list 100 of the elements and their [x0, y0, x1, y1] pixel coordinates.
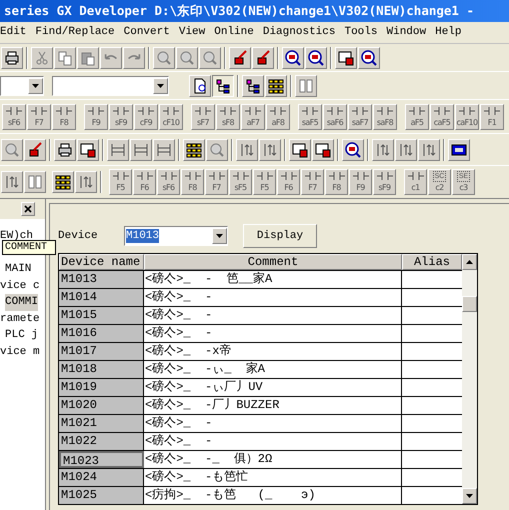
function-key-button[interactable]: aF7: [241, 104, 265, 130]
pencil-box-button[interactable]: [252, 46, 274, 68]
close-button[interactable]: [21, 202, 35, 216]
dropdown[interactable]: [52, 76, 169, 96]
window-button[interactable]: [312, 138, 334, 160]
arrows-button[interactable]: [236, 138, 258, 160]
function-key-button[interactable]: F8: [52, 104, 76, 130]
columns-button[interactable]: [24, 171, 46, 193]
scrollbar-thumb[interactable]: [462, 296, 477, 312]
ladder-button[interactable]: [107, 138, 129, 160]
pencil-box-button[interactable]: [24, 138, 46, 160]
function-key-button[interactable]: aF8: [266, 104, 290, 130]
column-header[interactable]: Device name: [59, 254, 144, 270]
tree-button[interactable]: [212, 74, 234, 96]
printer-button[interactable]: [54, 138, 76, 160]
function-key-button[interactable]: F6: [133, 169, 156, 195]
function-key-button[interactable]: F8: [181, 169, 204, 195]
arrows-button[interactable]: [418, 138, 440, 160]
function-key-button[interactable]: c1: [404, 169, 427, 195]
function-key-button[interactable]: caF10: [455, 104, 479, 130]
function-key-button[interactable]: F7: [205, 169, 228, 195]
menu-item[interactable]: Tools: [344, 24, 378, 41]
magnifier-button[interactable]: [206, 138, 228, 160]
scissors-button[interactable]: [31, 46, 53, 68]
magnifier-button[interactable]: [199, 46, 221, 68]
function-key-button[interactable]: caF5: [430, 104, 454, 130]
window-button[interactable]: [77, 138, 99, 160]
scroll-up-button[interactable]: [462, 254, 477, 270]
function-key-button[interactable]: F1: [480, 104, 504, 130]
function-key-button[interactable]: sF6: [157, 169, 180, 195]
tree-item[interactable]: vice m: [0, 344, 40, 360]
display-button[interactable]: Display: [243, 224, 317, 248]
magnifier-button[interactable]: [176, 46, 198, 68]
arrows-button[interactable]: [1, 171, 23, 193]
function-key-button[interactable]: F6: [277, 169, 300, 195]
document-button[interactable]: [189, 74, 211, 96]
search-box-button[interactable]: [282, 46, 304, 68]
grid-button[interactable]: [52, 171, 74, 193]
menu-item[interactable]: Find/Replace: [35, 24, 115, 41]
function-key-button[interactable]: saF5: [298, 104, 322, 130]
window-button[interactable]: [335, 46, 357, 68]
arrows-button[interactable]: [372, 138, 394, 160]
redo-button[interactable]: [123, 46, 145, 68]
arrows-button[interactable]: [395, 138, 417, 160]
function-key-button[interactable]: cF9: [134, 104, 158, 130]
screen-button[interactable]: [448, 138, 470, 160]
tree-item[interactable]: ramete: [0, 310, 40, 327]
function-key-button[interactable]: sF7: [191, 104, 215, 130]
tree-item[interactable]: MAIN: [5, 261, 32, 278]
ladder-button[interactable]: [130, 138, 152, 160]
search-box-button[interactable]: [358, 46, 380, 68]
grid-button[interactable]: [183, 138, 205, 160]
copy-button[interactable]: [54, 46, 76, 68]
function-key-button[interactable]: aF5: [405, 104, 429, 130]
menu-item[interactable]: Online: [214, 24, 254, 41]
menu-item[interactable]: Edit: [0, 24, 26, 41]
dropdown[interactable]: [0, 76, 44, 96]
scrollbar[interactable]: [462, 254, 477, 504]
ladder-button[interactable]: [153, 138, 175, 160]
function-key-button[interactable]: F8: [325, 169, 348, 195]
menu-item[interactable]: Window: [386, 24, 426, 41]
function-key-button[interactable]: sF9: [109, 104, 133, 130]
function-key-button[interactable]: cF10: [159, 104, 183, 130]
function-key-button[interactable]: F9: [349, 169, 372, 195]
function-key-button[interactable]: saF8: [373, 104, 397, 130]
function-key-button[interactable]: F5: [253, 169, 276, 195]
menu-item[interactable]: Help: [435, 24, 462, 41]
printer-button[interactable]: [1, 46, 23, 68]
function-key-button[interactable]: saF6: [323, 104, 347, 130]
column-header[interactable]: Comment: [144, 254, 402, 270]
device-combo[interactable]: M1013: [124, 226, 228, 246]
function-key-button[interactable]: sF9: [373, 169, 396, 195]
columns-button[interactable]: [295, 74, 317, 96]
menu-item[interactable]: View: [178, 24, 206, 41]
magnifier-button[interactable]: [1, 138, 23, 160]
function-key-button[interactable]: sF8: [216, 104, 240, 130]
tree-item[interactable]: PLC j: [5, 327, 38, 344]
tree-item[interactable]: vice c: [0, 278, 40, 294]
scroll-down-button[interactable]: [462, 488, 477, 504]
search-box-button[interactable]: [342, 138, 364, 160]
undo-button[interactable]: [100, 46, 122, 68]
menu-item[interactable]: Convert: [124, 24, 170, 41]
grid-button[interactable]: [265, 74, 287, 96]
function-key-button[interactable]: F9: [84, 104, 108, 130]
menu-item[interactable]: Diagnostics: [262, 24, 336, 41]
paste-button[interactable]: [77, 46, 99, 68]
function-key-button[interactable]: F5: [109, 169, 132, 195]
function-key-button[interactable]: F7: [27, 104, 51, 130]
search-box-button[interactable]: [305, 46, 327, 68]
arrows-button[interactable]: [259, 138, 281, 160]
arrows-button[interactable]: [75, 171, 97, 193]
column-header[interactable]: Alias: [402, 254, 462, 270]
pencil-box-button[interactable]: [229, 46, 251, 68]
tree-item[interactable]: COMMI: [5, 294, 38, 310]
function-key-button[interactable]: sF6: [2, 104, 26, 130]
function-key-button[interactable]: sF5: [229, 169, 252, 195]
function-key-button[interactable]: F7: [301, 169, 324, 195]
window-button[interactable]: [289, 138, 311, 160]
function-key-button[interactable]: saF7: [348, 104, 372, 130]
magnifier-button[interactable]: [153, 46, 175, 68]
